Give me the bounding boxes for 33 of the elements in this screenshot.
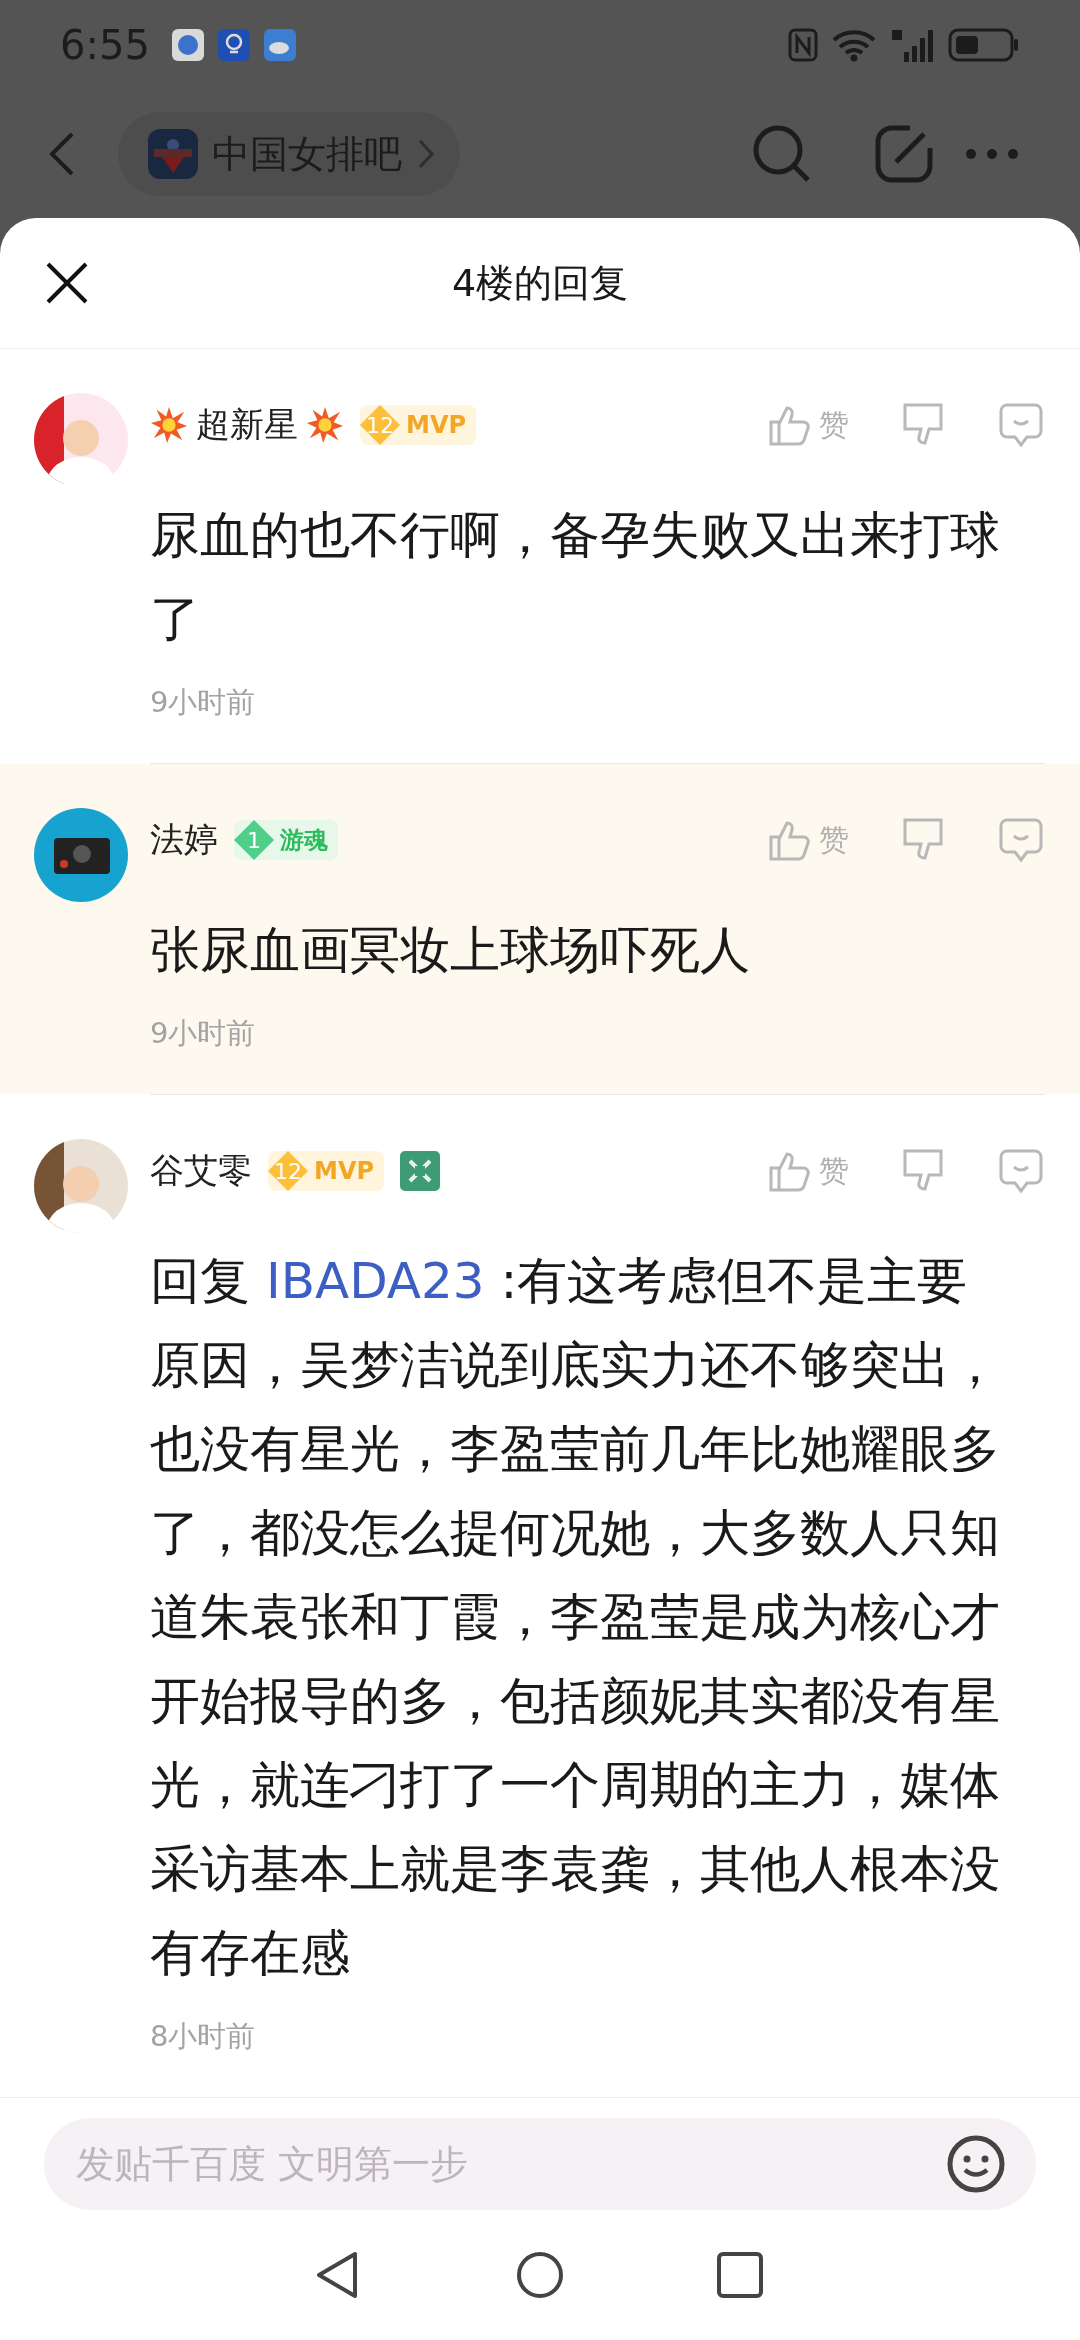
post-time: 9小时前 xyxy=(150,684,257,721)
level-badge: 12 MVP xyxy=(360,405,477,445)
comment-text: 回复 IBADA23 :有这考虑但不是主要原因，吴梦洁说到底实力还不够突出，也没有星光，李盈莹前几年比她耀眼多了，都没怎么提何况她，大多数人只知道朱袁张和丁霞，李盈莹是成为核心才开始报导的多，包括颜妮其实都没有星光，就连刁打了一个周期的主力，媒体采访基本上就是李袁龚，其他人根本没有存在感 xyxy=(150,1251,1001,1984)
user-name[interactable]: 超新星 xyxy=(196,402,298,448)
reply-button[interactable] xyxy=(997,401,1045,449)
nfc-icon xyxy=(788,28,818,63)
browser-icon xyxy=(171,29,204,62)
level-badge: 1 游魂 xyxy=(234,820,338,860)
close-button[interactable] xyxy=(44,260,90,306)
comment-input-field[interactable]: 发贴千百度 文明第一步 xyxy=(44,2118,1036,2210)
reply-button[interactable] xyxy=(997,816,1045,864)
home-nav-button[interactable] xyxy=(515,2250,565,2300)
level-badge: 12 MVP xyxy=(268,1151,385,1191)
cellular-signal-icon xyxy=(890,28,934,63)
comment-text: 张尿血画冥妆上球场吓死人 xyxy=(150,920,751,981)
edit-button[interactable] xyxy=(874,124,934,185)
battery-icon xyxy=(948,28,1020,63)
sheet-title: 4楼的回复 xyxy=(451,259,629,307)
lightbulb-icon xyxy=(217,29,250,62)
smiley-icon[interactable] xyxy=(946,2134,1006,2194)
user-name[interactable]: 谷艾零 xyxy=(150,1148,252,1194)
weather-icon xyxy=(263,29,296,62)
wifi-icon xyxy=(832,28,876,63)
recents-nav-button[interactable] xyxy=(715,2250,765,2300)
more-button[interactable] xyxy=(964,147,1020,162)
post-time: 9小时前 xyxy=(150,1015,257,1052)
user-name[interactable]: 法婷 xyxy=(150,817,218,863)
reply-button[interactable] xyxy=(997,1147,1045,1195)
post-time: 8小时前 xyxy=(150,2018,257,2055)
comment-text: 尿血的也不行啊，备孕失败又出来打球了 xyxy=(150,505,1001,650)
status-time: 6:55 xyxy=(60,22,150,69)
user-link[interactable]: IBADA23 xyxy=(265,1252,485,1310)
burst-icon xyxy=(306,406,344,444)
